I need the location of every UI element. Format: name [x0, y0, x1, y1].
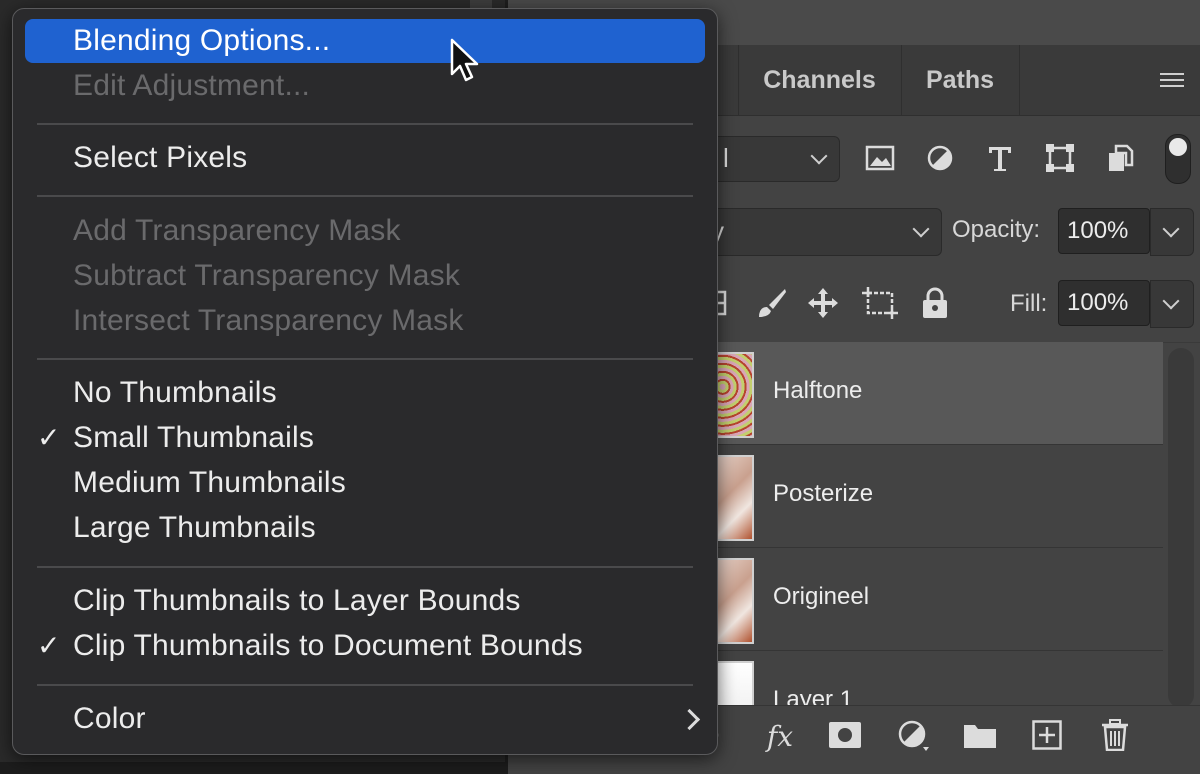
- menu-item-add-transparency-mask: Add Transparency Mask: [25, 209, 705, 253]
- lock-position-icon[interactable]: [806, 286, 840, 320]
- kind-filter-select[interactable]: l: [708, 136, 840, 182]
- menu-item-no-thumbnails[interactable]: No Thumbnails: [25, 371, 705, 415]
- panel-menu-icon[interactable]: [1160, 73, 1184, 87]
- layers-context-menu: Blending Options... Edit Adjustment... S…: [12, 8, 718, 755]
- smart-object-filter-icon[interactable]: [1104, 142, 1136, 174]
- tab-paths[interactable]: Paths: [901, 45, 1020, 115]
- filter-toggle[interactable]: [1165, 134, 1191, 184]
- layer-name: Posterize: [773, 480, 874, 507]
- menu-item-label: Add Transparency Mask: [73, 214, 401, 247]
- menu-item-label: Medium Thumbnails: [73, 466, 346, 499]
- blend-mode-select[interactable]: y: [708, 208, 942, 256]
- layer-row-halftone[interactable]: Halftone: [708, 342, 1163, 445]
- chevron-down-icon: [1162, 220, 1180, 238]
- menu-item-label: Blending Options...: [73, 24, 331, 57]
- layer-name: Halftone: [773, 377, 863, 404]
- image-filter-icon[interactable]: [864, 142, 896, 174]
- fill-label: Fill:: [1010, 290, 1048, 317]
- menu-separator: [37, 123, 693, 125]
- menu-item-label: Small Thumbnails: [73, 421, 315, 454]
- mask-icon[interactable]: [828, 720, 862, 750]
- adjustment-filter-icon[interactable]: [924, 142, 956, 174]
- tab-channels[interactable]: Channels: [738, 45, 902, 115]
- chevron-right-icon: [678, 708, 701, 731]
- folder-icon[interactable]: [962, 720, 998, 750]
- fill-dropdown[interactable]: [1150, 280, 1194, 328]
- menu-item-label: Select Pixels: [73, 141, 248, 174]
- chevron-down-icon: [810, 147, 828, 165]
- chevron-down-icon: [1162, 292, 1180, 310]
- layer-row-origineel[interactable]: Origineel: [708, 548, 1163, 651]
- menu-item-subtract-transparency-mask: Subtract Transparency Mask: [25, 254, 705, 298]
- lock-brush-icon[interactable]: [754, 286, 788, 320]
- menu-item-large-thumbnails[interactable]: Large Thumbnails: [25, 506, 705, 550]
- type-filter-icon[interactable]: [984, 142, 1016, 174]
- menu-item-label: Clip Thumbnails to Document Bounds: [73, 629, 583, 662]
- fill-input[interactable]: 100%: [1058, 280, 1150, 326]
- menu-item-label: Large Thumbnails: [73, 511, 316, 544]
- kind-filter-value: l: [723, 143, 729, 173]
- menu-item-label: Intersect Transparency Mask: [73, 304, 464, 337]
- menu-item-small-thumbnails[interactable]: ✓ Small Thumbnails: [25, 416, 705, 460]
- menu-item-select-pixels[interactable]: Select Pixels: [25, 136, 705, 180]
- adjustment-icon[interactable]: [896, 718, 930, 752]
- menu-item-label: No Thumbnails: [73, 376, 277, 409]
- menu-item-color[interactable]: Color: [25, 697, 705, 741]
- menu-item-label: Clip Thumbnails to Layer Bounds: [73, 584, 521, 617]
- chevron-down-icon: [912, 220, 930, 238]
- lock-all-icon[interactable]: [920, 286, 950, 320]
- new-layer-icon[interactable]: [1030, 718, 1064, 752]
- layer-row-posterize[interactable]: Posterize: [708, 445, 1163, 548]
- lock-artboard-icon[interactable]: [862, 286, 898, 320]
- menu-separator: [37, 684, 693, 686]
- menu-separator: [37, 358, 693, 360]
- menu-separator: [37, 566, 693, 568]
- opacity-label: Opacity:: [952, 216, 1041, 243]
- opacity-input[interactable]: 100%: [1058, 208, 1150, 254]
- shape-filter-icon[interactable]: [1044, 142, 1076, 174]
- fx-icon[interactable]: fx: [760, 718, 800, 754]
- trash-icon[interactable]: [1098, 718, 1132, 752]
- checkmark-icon: ✓: [37, 422, 61, 453]
- mouse-cursor-icon: [450, 38, 482, 84]
- menu-item-blending-options[interactable]: Blending Options...: [25, 19, 705, 63]
- menu-item-label: Subtract Transparency Mask: [73, 259, 461, 292]
- layer-row-layer-1[interactable]: Layer 1: [708, 651, 1163, 706]
- menu-item-label: Edit Adjustment...: [73, 69, 311, 102]
- menu-item-label: Color: [73, 702, 146, 735]
- checkmark-icon: ✓: [37, 630, 61, 661]
- layer-name: Origineel: [773, 583, 870, 610]
- menu-separator: [37, 195, 693, 197]
- layers-scrollbar[interactable]: [1168, 348, 1194, 708]
- menu-item-edit-adjustment: Edit Adjustment...: [25, 64, 705, 108]
- menu-item-clip-to-layer-bounds[interactable]: Clip Thumbnails to Layer Bounds: [25, 579, 705, 623]
- menu-item-intersect-transparency-mask: Intersect Transparency Mask: [25, 299, 705, 343]
- opacity-dropdown[interactable]: [1150, 208, 1194, 256]
- menu-item-clip-to-document-bounds[interactable]: ✓ Clip Thumbnails to Document Bounds: [25, 624, 705, 668]
- menu-item-medium-thumbnails[interactable]: Medium Thumbnails: [25, 461, 705, 505]
- layer-name: Layer 1: [773, 686, 854, 706]
